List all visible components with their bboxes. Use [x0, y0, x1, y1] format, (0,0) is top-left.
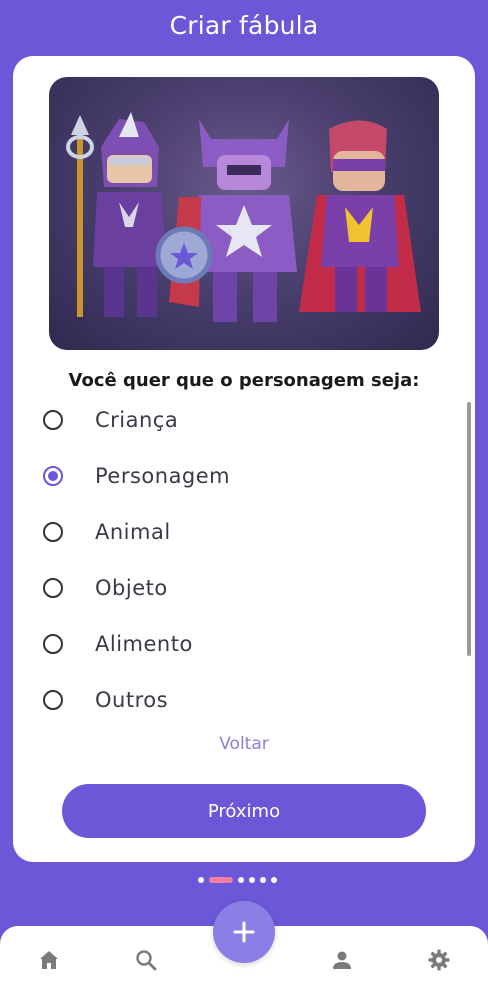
- hero-image: [49, 77, 439, 350]
- radio-button-selected[interactable]: [43, 466, 63, 486]
- add-fab-button[interactable]: [213, 901, 275, 963]
- pagination-dots: [198, 876, 277, 884]
- search-icon[interactable]: [132, 946, 160, 974]
- gear-icon[interactable]: [425, 946, 453, 974]
- radio-button[interactable]: [43, 690, 63, 710]
- screen-title: Criar fábula: [169, 10, 319, 40]
- user-icon[interactable]: [328, 946, 356, 974]
- option-outros[interactable]: Outros: [43, 680, 423, 720]
- option-alimento[interactable]: Alimento: [43, 624, 423, 664]
- options-scrollbar[interactable]: [467, 402, 471, 656]
- hero-character-caped: [299, 120, 421, 312]
- option-animal[interactable]: Animal: [43, 512, 423, 552]
- radio-button[interactable]: [43, 578, 63, 598]
- option-label: Personagem: [95, 464, 231, 488]
- back-link[interactable]: Voltar: [13, 734, 475, 754]
- option-label: Animal: [95, 520, 171, 544]
- next-button[interactable]: Próximo: [62, 784, 426, 838]
- next-button-label: Próximo: [207, 800, 281, 822]
- screen-header: Criar fábula: [0, 0, 488, 50]
- hero-character-shield: [155, 119, 297, 322]
- home-icon[interactable]: [35, 946, 63, 974]
- option-label: Criança: [95, 408, 179, 432]
- radio-button[interactable]: [43, 522, 63, 542]
- question-text: Você quer que o personagem seja:: [68, 370, 420, 391]
- page-dot: [271, 877, 277, 883]
- radio-button[interactable]: [43, 410, 63, 430]
- page-dot: [198, 877, 204, 883]
- page-dot: [249, 877, 255, 883]
- options-list[interactable]: Criança Personagem Animal Objeto Aliment…: [43, 400, 443, 720]
- hero-character-knight: [66, 112, 167, 317]
- page-dot: [260, 877, 266, 883]
- page-dot: [238, 877, 244, 883]
- option-label: Alimento: [95, 632, 193, 656]
- radio-button[interactable]: [43, 634, 63, 654]
- page-dot-active: [209, 877, 233, 883]
- option-label: Objeto: [95, 576, 168, 600]
- question-card: Você quer que o personagem seja: Criança…: [13, 56, 475, 862]
- option-crianca[interactable]: Criança: [43, 400, 423, 440]
- option-personagem[interactable]: Personagem: [43, 456, 423, 496]
- option-objeto[interactable]: Objeto: [43, 568, 423, 608]
- plus-icon: [233, 921, 255, 943]
- option-label: Outros: [95, 688, 169, 712]
